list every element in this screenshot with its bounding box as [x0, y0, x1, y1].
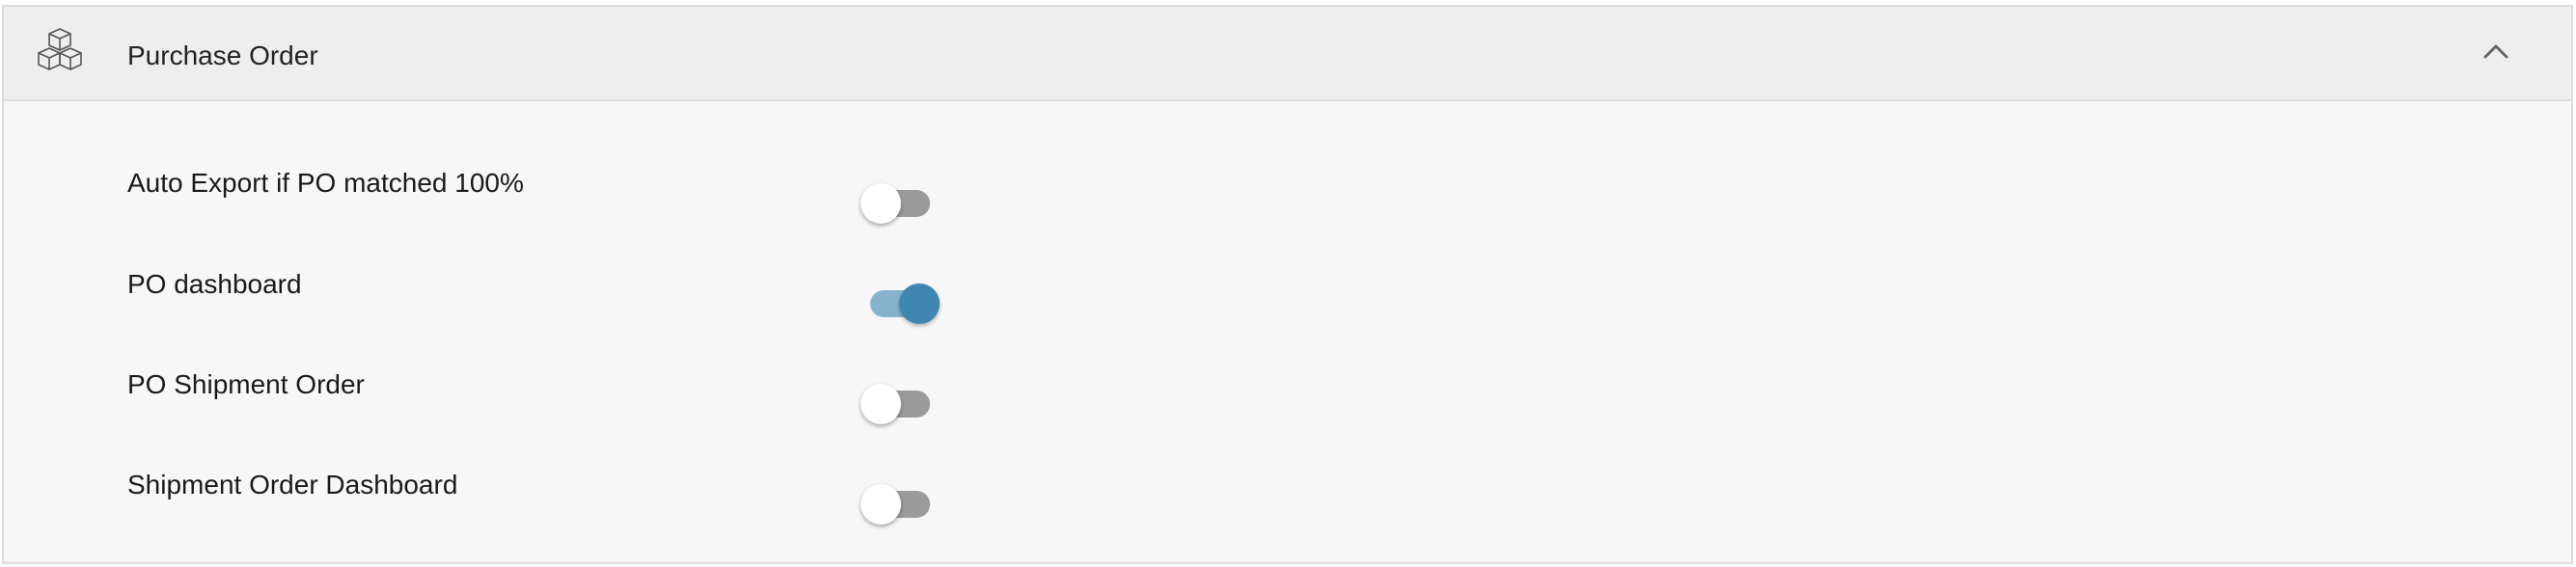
- purchase-order-panel: Purchase Order Auto Export if PO matched…: [2, 5, 2573, 564]
- setting-label: PO dashboard: [127, 269, 302, 299]
- toggle-thumb: [861, 384, 901, 424]
- setting-label: Shipment Order Dashboard: [127, 470, 458, 500]
- setting-label: Auto Export if PO matched 100%: [127, 168, 524, 198]
- po-shipment-order-toggle[interactable]: [861, 377, 938, 424]
- toggle-thumb: [899, 284, 940, 324]
- collapse-button[interactable]: [2477, 34, 2515, 72]
- setting-row-po-dashboard: PO dashboard: [127, 268, 996, 326]
- po-dashboard-toggle[interactable]: [861, 277, 940, 324]
- boxes-icon: [33, 23, 87, 77]
- toggle-thumb: [861, 183, 901, 224]
- toggle-thumb: [861, 484, 901, 525]
- shipment-order-dashboard-toggle[interactable]: [861, 477, 938, 525]
- section-title: Purchase Order: [127, 40, 318, 70]
- panel-header[interactable]: Purchase Order: [4, 7, 2571, 101]
- chevron-up-icon: [2482, 42, 2509, 65]
- setting-row-auto-export: Auto Export if PO matched 100%: [127, 167, 996, 225]
- setting-row-po-shipment-order: PO Shipment Order: [127, 368, 996, 426]
- auto-export-toggle[interactable]: [861, 176, 938, 224]
- setting-label: PO Shipment Order: [127, 369, 365, 399]
- setting-row-shipment-order-dashboard: Shipment Order Dashboard: [127, 469, 996, 526]
